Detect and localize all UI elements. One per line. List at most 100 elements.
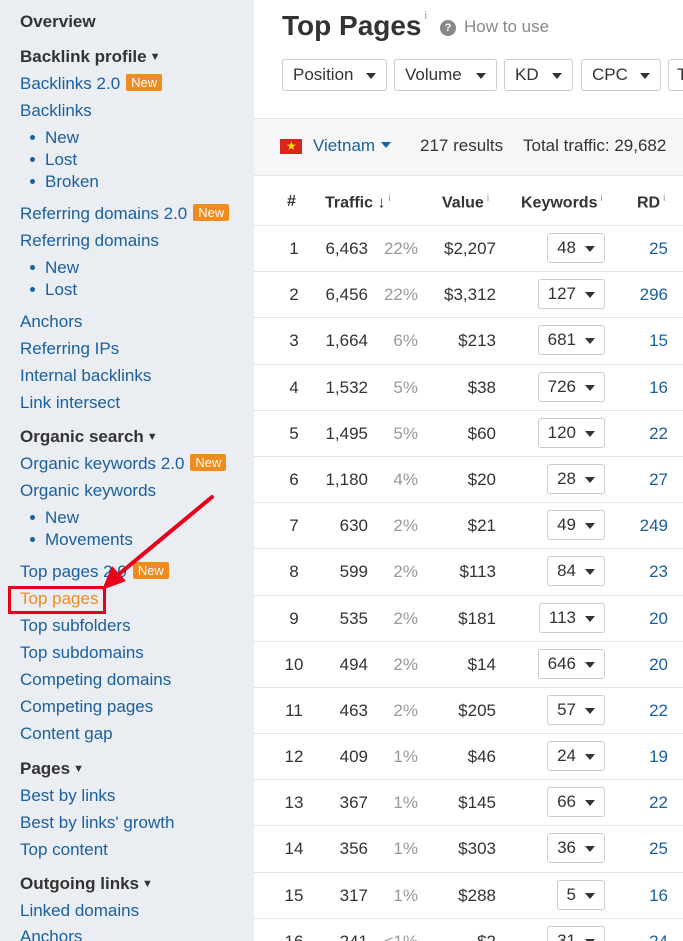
nav-link[interactable]: Lost xyxy=(45,280,77,299)
nav-link-intersect[interactable]: Link intersect xyxy=(20,393,120,413)
nav-referring-domains-2[interactable]: Referring domains 2.0 New xyxy=(20,204,230,224)
keywords-dropdown[interactable]: 5 xyxy=(556,879,605,910)
nav-backlinks-broken[interactable]: Broken xyxy=(30,172,99,192)
cell-rd-link[interactable]: 16 xyxy=(606,378,668,398)
how-to-use-link[interactable]: ? How to use xyxy=(440,17,549,37)
nav-linked-domains[interactable]: Linked domains xyxy=(20,901,139,921)
col-header-keywords[interactable]: Keywords i xyxy=(521,193,603,212)
table-row[interactable]: 16241<1%$23124 xyxy=(254,919,683,941)
table-row[interactable]: 14 356 1% $303 36 25 xyxy=(254,826,683,873)
nav-link[interactable]: New xyxy=(45,508,79,527)
table-row[interactable]: 15 317 1% $288 5 16 xyxy=(254,873,683,919)
keywords-dropdown[interactable]: 127 xyxy=(537,279,605,310)
nav-top-pages-2[interactable]: Top pages 2.0 New xyxy=(20,562,169,582)
keywords-dropdown[interactable]: 28 xyxy=(547,463,605,494)
table-row[interactable]: 7 630 2% $21 49 249 xyxy=(254,503,683,550)
keywords-dropdown[interactable]: 24 xyxy=(547,741,605,772)
nav-organic-search-heading[interactable]: Organic search ▼ xyxy=(20,427,158,447)
nav-organic-keywords-new[interactable]: New xyxy=(30,508,79,528)
filter-cpc[interactable]: CPC xyxy=(581,59,661,91)
nav-referring-domains-lost[interactable]: Lost xyxy=(30,280,77,300)
nav-outgoing-links-heading[interactable]: Outgoing links ▼ xyxy=(20,874,153,894)
nav-link[interactable]: Anchors xyxy=(20,927,82,941)
nav-link[interactable]: Referring domains xyxy=(20,231,159,250)
nav-link[interactable]: Backlinks 2.0 xyxy=(20,74,120,93)
nav-overview[interactable]: Overview xyxy=(20,12,96,32)
nav-organic-keywords[interactable]: Organic keywords xyxy=(20,481,156,501)
cell-rd-link[interactable]: 15 xyxy=(606,331,668,351)
table-row[interactable]: 6 1,180 4% $20 28 27 xyxy=(254,457,683,504)
cell-rd-link[interactable]: 24 xyxy=(606,932,668,941)
nav-top-subdomains[interactable]: Top subdomains xyxy=(20,643,144,663)
keywords-dropdown[interactable]: 726 xyxy=(537,371,605,402)
cell-rd-link[interactable]: 249 xyxy=(606,516,668,536)
nav-backlinks[interactable]: Backlinks xyxy=(20,101,92,121)
cell-rd-link[interactable]: 19 xyxy=(606,747,668,767)
nav-link[interactable]: Competing domains xyxy=(20,670,171,689)
nav-link[interactable]: Top pages 2.0 xyxy=(20,562,127,581)
nav-link[interactable]: Broken xyxy=(45,172,99,191)
cell-rd-link[interactable]: 27 xyxy=(606,470,668,490)
nav-competing-domains[interactable]: Competing domains xyxy=(20,670,171,690)
keywords-dropdown[interactable]: 646 xyxy=(537,648,605,679)
keywords-dropdown[interactable]: 120 xyxy=(537,417,605,448)
table-row[interactable]: 12 409 1% $46 24 19 xyxy=(254,734,683,781)
nav-best-by-links[interactable]: Best by links xyxy=(20,786,115,806)
nav-link[interactable]: Linked domains xyxy=(20,901,139,920)
nav-link[interactable]: Organic keywords 2.0 xyxy=(20,454,184,473)
table-row[interactable]: 4 1,532 5% $38 726 16 xyxy=(254,365,683,411)
filter-more[interactable]: T xyxy=(668,59,683,91)
nav-link[interactable]: Anchors xyxy=(20,312,82,331)
nav-organic-keywords-2[interactable]: Organic keywords 2.0 New xyxy=(20,454,227,474)
nav-link[interactable]: Best by links xyxy=(20,786,115,805)
nav-referring-domains-new[interactable]: New xyxy=(30,258,79,278)
nav-pages-heading[interactable]: Pages ▼ xyxy=(20,759,84,779)
nav-backlinks-lost[interactable]: Lost xyxy=(30,150,77,170)
filter-position[interactable]: Position xyxy=(282,59,387,91)
keywords-dropdown[interactable]: 49 xyxy=(547,510,605,541)
table-row[interactable]: 9 535 2% $181 113 20 xyxy=(254,596,683,642)
nav-competing-pages[interactable]: Competing pages xyxy=(20,697,153,717)
nav-link[interactable]: Content gap xyxy=(20,724,113,743)
table-row[interactable]: 10 494 2% $14 646 20 xyxy=(254,642,683,688)
table-row[interactable]: 3 1,664 6% $213 681 15 xyxy=(254,318,683,365)
keywords-dropdown[interactable]: 48 xyxy=(547,233,605,263)
country-selector[interactable]: Vietnam xyxy=(313,136,392,156)
nav-link[interactable]: Top content xyxy=(20,840,108,859)
nav-link[interactable]: New xyxy=(45,128,79,147)
nav-link[interactable]: New xyxy=(45,258,79,277)
cell-rd-link[interactable]: 25 xyxy=(606,839,668,859)
col-header-rd[interactable]: RD i xyxy=(637,193,665,212)
keywords-dropdown[interactable]: 57 xyxy=(547,694,605,725)
nav-link[interactable]: Referring domains 2.0 xyxy=(20,204,187,223)
cell-rd-link[interactable]: 23 xyxy=(606,562,668,582)
cell-rd-link[interactable]: 296 xyxy=(606,285,668,305)
table-row[interactable]: 8 599 2% $113 84 23 xyxy=(254,549,683,596)
nav-link[interactable]: Backlinks xyxy=(20,101,92,120)
nav-organic-keywords-movements[interactable]: Movements xyxy=(30,530,133,550)
nav-anchors[interactable]: Anchors xyxy=(20,312,82,332)
table-row[interactable]: 5 1,495 5% $60 120 22 xyxy=(254,411,683,457)
nav-referring-ips[interactable]: Referring IPs xyxy=(20,339,119,359)
cell-rd-link[interactable]: 22 xyxy=(606,424,668,444)
nav-link[interactable]: Top subdomains xyxy=(20,643,144,662)
filter-volume[interactable]: Volume xyxy=(394,59,497,91)
keywords-dropdown[interactable]: 66 xyxy=(547,787,605,818)
keywords-dropdown[interactable]: 36 xyxy=(547,833,605,864)
filter-kd[interactable]: KD xyxy=(504,59,573,91)
nav-link[interactable]: Top subfolders xyxy=(20,616,131,635)
nav-link[interactable]: Link intersect xyxy=(20,393,120,412)
nav-content-gap[interactable]: Content gap xyxy=(20,724,113,744)
nav-link[interactable]: Movements xyxy=(45,530,133,549)
keywords-dropdown[interactable]: 113 xyxy=(538,602,605,633)
nav-anchors-outgoing[interactable]: Anchors xyxy=(20,927,82,941)
cell-rd-link[interactable]: 22 xyxy=(606,701,668,721)
keywords-dropdown[interactable]: 84 xyxy=(547,556,605,587)
nav-link[interactable]: Organic keywords xyxy=(20,481,156,500)
cell-rd-link[interactable]: 16 xyxy=(606,886,668,906)
nav-best-by-links-growth[interactable]: Best by links' growth xyxy=(20,813,174,833)
keywords-dropdown[interactable]: 681 xyxy=(537,325,605,356)
keywords-dropdown[interactable]: 31 xyxy=(547,925,605,941)
cell-rd-link[interactable]: 20 xyxy=(606,609,668,629)
nav-link[interactable]: Referring IPs xyxy=(20,339,119,358)
